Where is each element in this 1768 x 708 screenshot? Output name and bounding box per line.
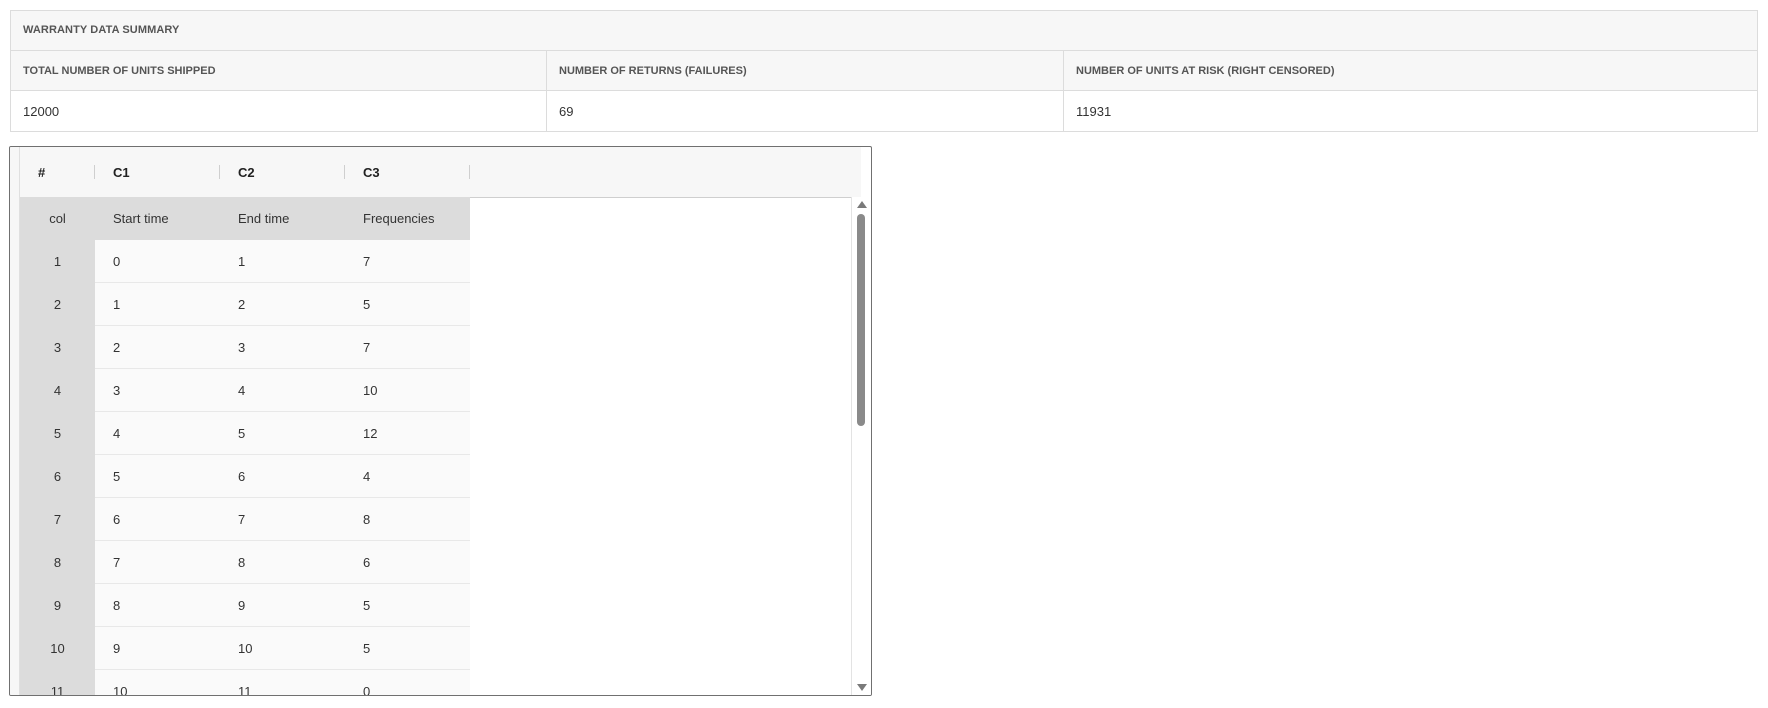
grid-cell[interactable]: Frequencies [345,197,470,240]
vertical-scrollbar[interactable] [851,197,871,695]
table-row: 8 7 8 6 [20,541,861,584]
grid-cell[interactable]: 8 [220,541,345,584]
table-row: 4 3 4 10 [20,369,861,412]
row-index: col [20,197,95,240]
grid-cell[interactable]: 1 [95,283,220,326]
row-index: 11 [20,670,95,695]
grid-left-strip [10,147,20,695]
grid-cell[interactable]: 0 [345,670,470,695]
column-label-row: col Start time End time Frequencies [20,197,861,240]
grid-cell[interactable]: 10 [345,369,470,412]
grid-cell[interactable]: 7 [345,240,470,283]
grid-cell[interactable]: 6 [95,498,220,541]
grid-cell[interactable]: 10 [95,670,220,695]
grid-cell[interactable]: 5 [220,412,345,455]
table-row: 11 10 11 0 [20,670,861,695]
table-row: 10 9 10 5 [20,627,861,670]
table-row: 7 6 7 8 [20,498,861,541]
grid-cell[interactable]: 9 [220,584,345,627]
grid-body: col Start time End time Frequencies 1 0 … [20,197,861,695]
grid-cell[interactable]: 2 [95,326,220,369]
value-total-units-shipped: 12000 [11,91,547,131]
grid-cell[interactable]: 7 [95,541,220,584]
grid-cell[interactable]: 5 [95,455,220,498]
grid-cell[interactable]: 11 [220,670,345,695]
grid-cell[interactable]: 10 [220,627,345,670]
scrollbar-thumb[interactable] [857,214,865,426]
table-row: 5 4 5 12 [20,412,861,455]
grid-cell[interactable]: 1 [220,240,345,283]
grid-cell[interactable]: 6 [345,541,470,584]
table-row: 1 0 1 7 [20,240,861,283]
row-index: 1 [20,240,95,283]
row-index: 10 [20,627,95,670]
scroll-up-arrow-icon[interactable] [857,201,867,208]
header-total-units-shipped: TOTAL NUMBER OF UNITS SHIPPED [11,51,547,90]
row-index: 6 [20,455,95,498]
warranty-summary-table: WARRANTY DATA SUMMARY TOTAL NUMBER OF UN… [10,10,1758,132]
value-units-at-risk: 11931 [1076,103,1112,119]
scroll-down-arrow-icon[interactable] [857,684,867,691]
grid-cell[interactable]: End time [220,197,345,240]
grid-cell[interactable]: 6 [220,455,345,498]
summary-title: WARRANTY DATA SUMMARY [11,11,1757,51]
column-header-c2[interactable]: C2 [220,147,345,197]
row-index: 5 [20,412,95,455]
grid-cell[interactable]: 9 [95,627,220,670]
grid-cell[interactable]: 4 [95,412,220,455]
row-index: 7 [20,498,95,541]
row-index: 3 [20,326,95,369]
grid-cell[interactable]: 3 [95,369,220,412]
table-row: 3 2 3 7 [20,326,861,369]
column-header-c1[interactable]: C1 [95,147,220,197]
header-number-of-returns: NUMBER OF RETURNS (FAILURES) [547,51,1064,90]
grid-cell[interactable]: 5 [345,584,470,627]
grid-cell[interactable]: 2 [220,283,345,326]
grid-cell[interactable]: 0 [95,240,220,283]
grid-cell[interactable]: 4 [220,369,345,412]
value-number-of-returns: 69 [547,91,1064,131]
table-row: 2 1 2 5 [20,283,861,326]
grid-cell[interactable]: 7 [220,498,345,541]
column-header-c3[interactable]: C3 [345,147,470,197]
grid-cell[interactable]: 5 [345,283,470,326]
summary-value-row: 12000 69 11931 [11,91,1757,131]
grid-cell[interactable]: 4 [345,455,470,498]
table-row: 9 8 9 5 [20,584,861,627]
grid-column-header: # C1 C2 C3 [20,147,861,198]
row-index: 4 [20,369,95,412]
row-index: 2 [20,283,95,326]
grid-cell[interactable]: Start time [95,197,220,240]
data-grid[interactable]: # C1 C2 C3 col Start time End time Frequ… [9,146,872,696]
grid-cell[interactable]: 8 [345,498,470,541]
grid-cell[interactable]: 3 [220,326,345,369]
row-index: 9 [20,584,95,627]
header-units-at-risk: NUMBER OF UNITS AT RISK (RIGHT CENSORED) [1076,64,1335,77]
grid-cell[interactable]: 8 [95,584,220,627]
grid-cell[interactable]: 5 [345,627,470,670]
summary-header-row: TOTAL NUMBER OF UNITS SHIPPED NUMBER OF … [11,51,1757,91]
row-index: 8 [20,541,95,584]
grid-cell[interactable]: 12 [345,412,470,455]
table-row: 6 5 6 4 [20,455,861,498]
column-header-index[interactable]: # [20,147,95,197]
grid-cell[interactable]: 7 [345,326,470,369]
